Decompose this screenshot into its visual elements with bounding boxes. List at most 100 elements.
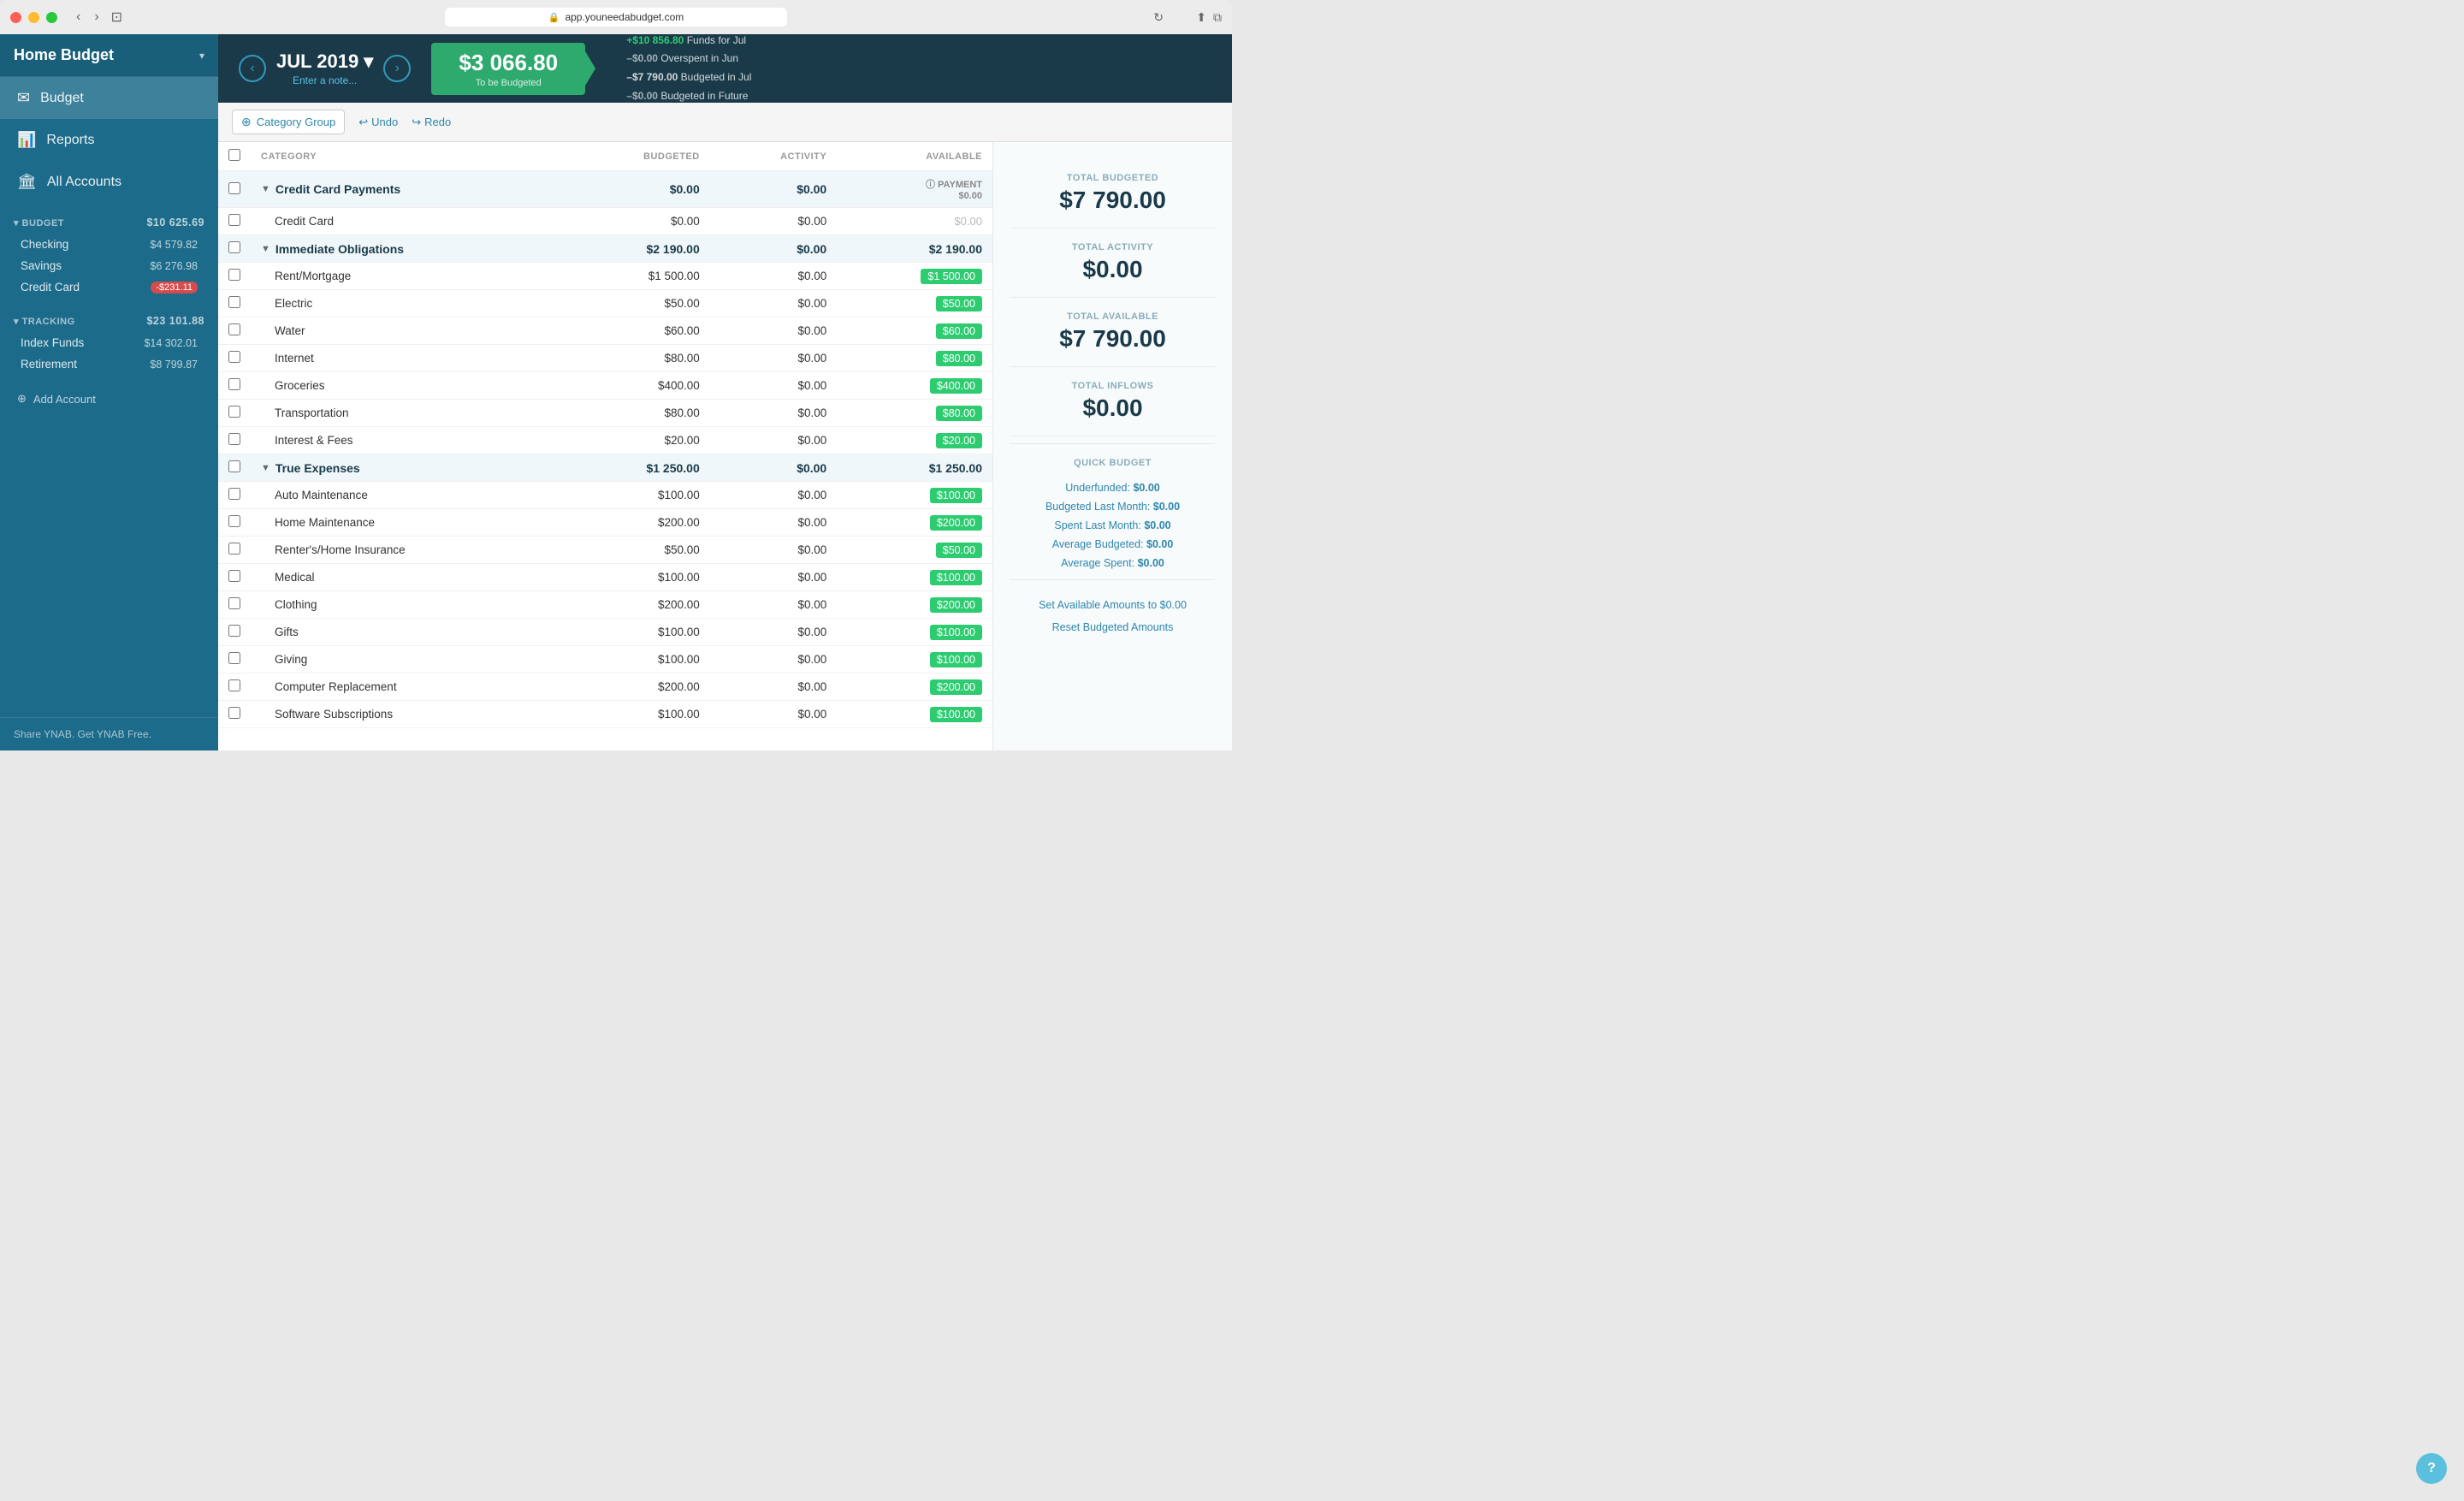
item-budgeted-cell[interactable]: $80.00 xyxy=(564,345,710,372)
minimize-button[interactable] xyxy=(28,12,39,23)
tracking-section-header[interactable]: ▾ TRACKING $23 101.88 xyxy=(14,310,204,332)
group-checkbox-true-expenses[interactable] xyxy=(228,460,240,472)
item-name-cell[interactable]: Home Maintenance xyxy=(251,509,564,537)
item-budgeted-cell[interactable]: $60.00 xyxy=(564,317,710,345)
item-budgeted-cell[interactable]: $100.00 xyxy=(564,619,710,646)
sidebar-account-checking[interactable]: Checking $4 579.82 xyxy=(14,234,204,255)
quick-budget-link[interactable]: Average Spent: $0.00 xyxy=(1061,557,1164,569)
to-be-budgeted-summary[interactable]: $3 066.80 To be Budgeted xyxy=(431,43,585,95)
group-checkbox-immediate-obligations[interactable] xyxy=(228,241,240,253)
item-checkbox[interactable] xyxy=(228,515,240,527)
item-name-cell[interactable]: Clothing xyxy=(251,591,564,619)
back-button[interactable]: ‹ xyxy=(71,8,86,27)
quick-budget-item[interactable]: Average Spent: $0.00 xyxy=(1010,554,1215,573)
item-name-cell[interactable]: Internet xyxy=(251,345,564,372)
item-checkbox[interactable] xyxy=(228,679,240,691)
table-row[interactable]: Giving $100.00 $0.00 $100.00 xyxy=(218,646,992,673)
group-checkbox-credit-card-payments[interactable] xyxy=(228,182,240,194)
table-row[interactable]: Software Subscriptions $100.00 $0.00 $10… xyxy=(218,701,992,728)
item-budgeted-cell[interactable]: $100.00 xyxy=(564,564,710,591)
item-budgeted-cell[interactable]: $20.00 xyxy=(564,427,710,454)
reset-budgeted-link[interactable]: Reset Budgeted Amounts xyxy=(1010,616,1215,638)
add-account-button[interactable]: ⊕ Add Account xyxy=(0,382,218,416)
item-checkbox[interactable] xyxy=(228,269,240,281)
item-name-cell[interactable]: Rent/Mortgage xyxy=(251,263,564,290)
item-budgeted-cell[interactable]: $200.00 xyxy=(564,509,710,537)
sidebar-item-reports[interactable]: 📊 Reports xyxy=(0,119,218,161)
table-row[interactable]: Interest & Fees $20.00 $0.00 $20.00 xyxy=(218,427,992,454)
item-name-cell[interactable]: Transportation xyxy=(251,400,564,427)
table-row[interactable]: Electric $50.00 $0.00 $50.00 xyxy=(218,290,992,317)
table-row[interactable]: Medical $100.00 $0.00 $100.00 xyxy=(218,564,992,591)
forward-button[interactable]: › xyxy=(89,8,104,27)
quick-budget-link[interactable]: Underfunded: $0.00 xyxy=(1065,482,1160,494)
next-month-button[interactable]: › xyxy=(383,55,411,82)
undo-button[interactable]: ↩ Undo xyxy=(358,116,398,129)
sidebar-account-savings[interactable]: Savings $6 276.98 xyxy=(14,255,204,276)
item-budgeted-cell[interactable]: $0.00 xyxy=(564,208,710,235)
item-budgeted-cell[interactable]: $100.00 xyxy=(564,482,710,509)
item-name-cell[interactable]: Electric xyxy=(251,290,564,317)
table-row[interactable]: Computer Replacement $200.00 $0.00 $200.… xyxy=(218,673,992,701)
sidebar-header[interactable]: Home Budget ▾ xyxy=(0,34,218,77)
group-row-immediate-obligations[interactable]: ▼ Immediate Obligations $2 190.00 $0.00 … xyxy=(218,235,992,263)
select-all-checkbox[interactable] xyxy=(228,149,240,161)
item-checkbox[interactable] xyxy=(228,378,240,390)
item-budgeted-cell[interactable]: $1 500.00 xyxy=(564,263,710,290)
table-row[interactable]: Auto Maintenance $100.00 $0.00 $100.00 xyxy=(218,482,992,509)
table-row[interactable]: Clothing $200.00 $0.00 $200.00 xyxy=(218,591,992,619)
item-budgeted-cell[interactable]: $50.00 xyxy=(564,537,710,564)
sidebar-item-all-accounts[interactable]: 🏛 All Accounts xyxy=(0,161,218,203)
url-bar[interactable]: 🔒 app.youneedabudget.com xyxy=(445,8,787,27)
item-budgeted-cell[interactable]: $200.00 xyxy=(564,591,710,619)
table-row[interactable]: Renter's/Home Insurance $50.00 $0.00 $50… xyxy=(218,537,992,564)
item-checkbox[interactable] xyxy=(228,488,240,500)
item-name-cell[interactable]: Water xyxy=(251,317,564,345)
item-checkbox[interactable] xyxy=(228,323,240,335)
redo-button[interactable]: ↪ Redo xyxy=(412,116,451,129)
item-checkbox[interactable] xyxy=(228,406,240,418)
item-name-cell[interactable]: Renter's/Home Insurance xyxy=(251,537,564,564)
item-checkbox[interactable] xyxy=(228,625,240,637)
item-name-cell[interactable]: Giving xyxy=(251,646,564,673)
item-name-cell[interactable]: Computer Replacement xyxy=(251,673,564,701)
refresh-button[interactable]: ↻ xyxy=(1153,10,1164,25)
quick-budget-item[interactable]: Spent Last Month: $0.00 xyxy=(1010,516,1215,535)
quick-budget-item[interactable]: Budgeted Last Month: $0.00 xyxy=(1010,497,1215,516)
prev-month-button[interactable]: ‹ xyxy=(239,55,266,82)
item-name-cell[interactable]: Groceries xyxy=(251,372,564,400)
item-checkbox[interactable] xyxy=(228,214,240,226)
item-checkbox[interactable] xyxy=(228,296,240,308)
table-row[interactable]: Transportation $80.00 $0.00 $80.00 xyxy=(218,400,992,427)
table-row[interactable]: Internet $80.00 $0.00 $80.00 xyxy=(218,345,992,372)
add-category-group-button[interactable]: ⊕ Category Group xyxy=(232,110,345,134)
item-name-cell[interactable]: Gifts xyxy=(251,619,564,646)
item-name-cell[interactable]: Medical xyxy=(251,564,564,591)
group-row-credit-card-payments[interactable]: ▼ Credit Card Payments $0.00 $0.00 ⓘ PAY… xyxy=(218,171,992,208)
table-row[interactable]: Home Maintenance $200.00 $0.00 $200.00 xyxy=(218,509,992,537)
item-name-cell[interactable]: Interest & Fees xyxy=(251,427,564,454)
item-checkbox[interactable] xyxy=(228,433,240,445)
budget-section-header[interactable]: ▾ BUDGET $10 625.69 xyxy=(14,211,204,234)
item-budgeted-cell[interactable]: $100.00 xyxy=(564,701,710,728)
table-row[interactable]: Water $60.00 $0.00 $60.00 xyxy=(218,317,992,345)
sidebar-account-credit-card[interactable]: Credit Card -$231.11 xyxy=(14,276,204,298)
item-budgeted-cell[interactable]: $80.00 xyxy=(564,400,710,427)
sidebar-account-index-funds[interactable]: Index Funds $14 302.01 xyxy=(14,332,204,353)
help-button[interactable]: ? xyxy=(2416,1453,2447,1484)
month-note[interactable]: Enter a note... xyxy=(276,74,373,86)
group-row-true-expenses[interactable]: ▼ True Expenses $1 250.00 $0.00 $1 250.0… xyxy=(218,454,992,482)
item-checkbox[interactable] xyxy=(228,570,240,582)
item-checkbox[interactable] xyxy=(228,351,240,363)
item-name-cell[interactable]: Credit Card xyxy=(251,208,564,235)
sidebar-account-retirement[interactable]: Retirement $8 799.87 xyxy=(14,353,204,375)
item-budgeted-cell[interactable]: $200.00 xyxy=(564,673,710,701)
item-checkbox[interactable] xyxy=(228,543,240,555)
set-available-link[interactable]: Set Available Amounts to $0.00 xyxy=(1010,594,1215,616)
item-checkbox[interactable] xyxy=(228,707,240,719)
pip-button[interactable]: ⧉ xyxy=(1213,10,1222,25)
quick-budget-link[interactable]: Spent Last Month: $0.00 xyxy=(1054,519,1170,531)
table-row[interactable]: Groceries $400.00 $0.00 $400.00 xyxy=(218,372,992,400)
fullscreen-button[interactable] xyxy=(46,12,57,23)
sidebar-item-budget[interactable]: ✉ Budget xyxy=(0,77,218,119)
